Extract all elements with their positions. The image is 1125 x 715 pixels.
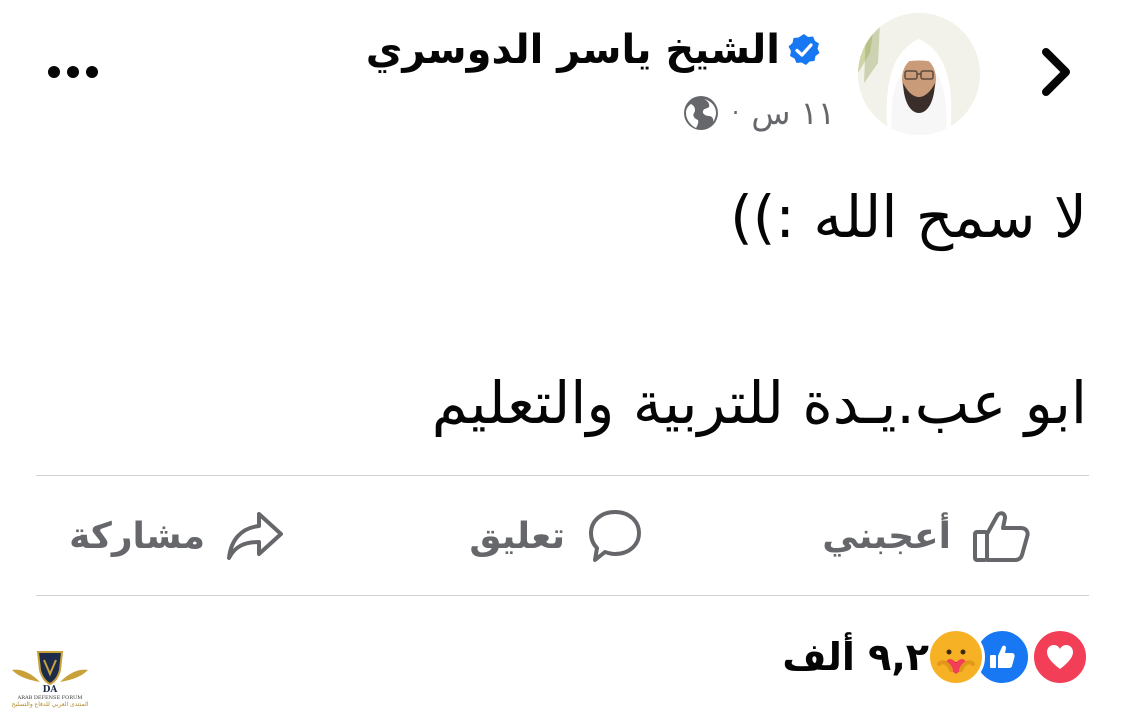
comment-label: تعليق (469, 515, 565, 557)
avatar-image (858, 13, 980, 135)
globe-icon (683, 96, 718, 130)
comment-bubble-icon (589, 510, 641, 562)
watermark-badge: DA (43, 685, 59, 694)
post-meta: ١١ س · (682, 88, 835, 138)
divider (36, 595, 1089, 596)
more-options-button[interactable] (40, 48, 106, 96)
like-button[interactable]: أعجبني (822, 500, 1033, 572)
reaction-count: ٩,٢ ألف (782, 635, 929, 679)
reactions-summary[interactable]: ٩,٢ ألف (782, 628, 1089, 686)
share-button[interactable]: مشاركة (69, 500, 287, 572)
forum-logo-icon: DA (12, 651, 88, 694)
comment-button[interactable]: تعليق (469, 500, 647, 572)
thumbs-up-icon (973, 511, 1030, 562)
author-name[interactable]: الشيخ ياسر الدوسري (366, 30, 780, 70)
divider (36, 475, 1089, 476)
love-icon (1031, 628, 1089, 686)
watermark-subtitle: المنتدى العربي للدفاع والتسليح (11, 700, 89, 708)
verified-badge-icon (788, 34, 820, 65)
avatar[interactable] (858, 13, 980, 135)
author-header: الشيخ ياسر الدوسري (366, 20, 822, 80)
like-label: أعجبني (822, 515, 951, 557)
post-text-line: ابو عب.يـدة للتربية والتعليم (431, 369, 1087, 437)
back-button[interactable] (1026, 42, 1086, 102)
share-arrow-icon (227, 512, 283, 560)
watermark-logo: DA ARAB DEFENSE FORUM المنتدى العربي للد… (4, 648, 96, 714)
chevron-right-icon (1042, 48, 1070, 96)
care-icon (927, 628, 985, 686)
share-label: مشاركة (69, 515, 205, 557)
post-time[interactable]: ١١ س (751, 94, 835, 132)
meta-separator: · (731, 99, 740, 127)
post-text-line: لا سمح الله :)) (730, 183, 1087, 251)
more-dots-icon (48, 66, 60, 78)
